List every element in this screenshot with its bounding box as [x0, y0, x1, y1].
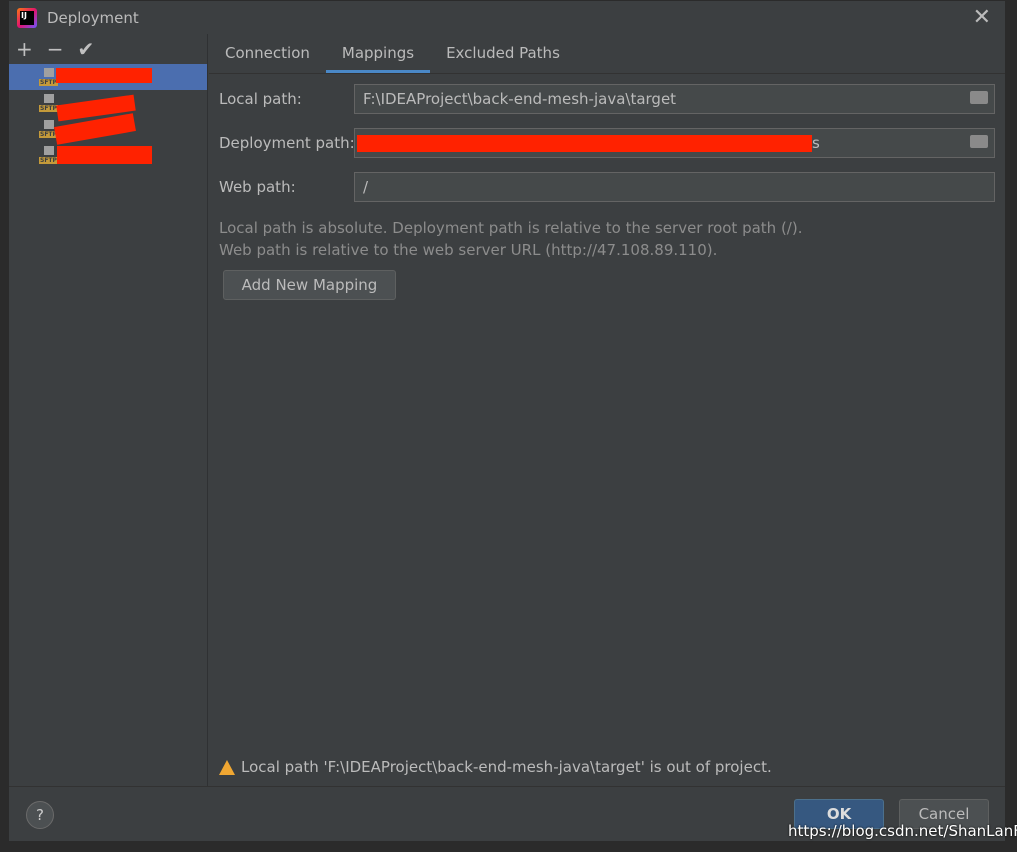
web-path-value: /: [363, 178, 369, 196]
add-new-mapping-button[interactable]: Add New Mapping: [223, 270, 396, 300]
folder-icon[interactable]: [970, 91, 988, 104]
watermark: https://blog.csdn.net/ShanLanF: [788, 822, 1017, 840]
deployment-path-value: s: [812, 134, 820, 152]
redaction: [57, 146, 152, 164]
help-line: Web path is relative to the web server U…: [219, 241, 718, 259]
tab-mappings[interactable]: Mappings: [325, 34, 431, 73]
redaction: [56, 68, 152, 83]
tab-connection[interactable]: Connection: [209, 34, 326, 73]
server-item[interactable]: SFTP: [9, 64, 207, 90]
editor-gutter: [0, 0, 8, 852]
warning-message: Local path 'F:\IDEAProject\back-end-mesh…: [219, 758, 772, 776]
help-line: Local path is absolute. Deployment path …: [219, 219, 803, 237]
sftp-icon: SFTP: [39, 68, 58, 86]
apply-button[interactable]: ✔: [78, 37, 95, 61]
deployment-path-input[interactable]: s: [354, 128, 995, 158]
deployment-dialog: IJ Deployment ✕ + − ✔ SFTP SFTP SFTP SFT…: [8, 0, 1006, 842]
web-path-row: Web path: /: [219, 172, 995, 202]
local-path-label: Local path:: [219, 90, 302, 108]
deployment-path-label: Deployment path:: [219, 134, 355, 152]
window-title: Deployment: [47, 8, 139, 27]
help-text: Local path is absolute. Deployment path …: [219, 217, 802, 261]
add-server-button[interactable]: +: [16, 37, 33, 61]
warning-icon: [219, 759, 235, 775]
deployment-path-row: Deployment path: s: [219, 128, 995, 158]
web-path-label: Web path:: [219, 178, 296, 196]
title-bar: IJ Deployment: [9, 1, 1005, 34]
remove-server-button[interactable]: −: [47, 37, 64, 61]
redaction: [357, 135, 812, 152]
local-path-row: Local path: F:\IDEAProject\back-end-mesh…: [219, 84, 995, 114]
sftp-icon: SFTP: [39, 146, 58, 164]
intellij-logo-icon: IJ: [17, 7, 37, 28]
warning-text: Local path 'F:\IDEAProject\back-end-mesh…: [241, 758, 772, 776]
sftp-icon: SFTP: [39, 94, 58, 112]
web-path-input[interactable]: /: [354, 172, 995, 202]
close-icon[interactable]: ✕: [973, 5, 991, 30]
tab-excluded-paths[interactable]: Excluded Paths: [430, 34, 576, 73]
help-button[interactable]: ?: [26, 801, 54, 829]
local-path-input[interactable]: F:\IDEAProject\back-end-mesh-java\target: [354, 84, 995, 114]
server-list-panel: + − ✔ SFTP SFTP SFTP SFTP: [9, 34, 208, 786]
local-path-value: F:\IDEAProject\back-end-mesh-java\target: [363, 90, 677, 108]
folder-icon[interactable]: [970, 135, 988, 148]
tab-bar: Connection Mappings Excluded Paths: [209, 34, 1005, 74]
